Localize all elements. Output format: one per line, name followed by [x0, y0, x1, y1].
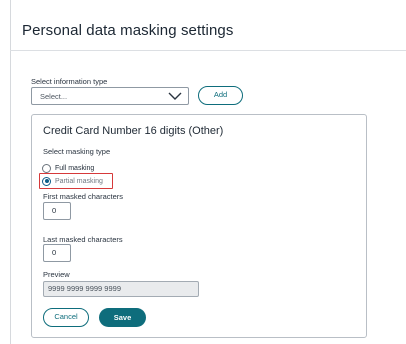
info-type-label: Select information type	[31, 77, 108, 86]
add-button[interactable]: Add	[198, 86, 243, 105]
last-masked-input[interactable]: 0	[43, 244, 71, 262]
left-divider	[10, 0, 11, 344]
title-divider	[10, 50, 406, 51]
masking-card: Credit Card Number 16 digits (Other) Sel…	[31, 114, 367, 338]
preview-field: 9999 9999 9999 9999	[43, 281, 199, 297]
first-masked-label: First masked characters	[43, 192, 124, 201]
preview-label: Preview	[43, 270, 70, 279]
info-type-select-value: Select...	[40, 92, 68, 101]
page-title: Personal data masking settings	[22, 22, 234, 39]
cancel-button[interactable]: Cancel	[43, 308, 89, 327]
save-button[interactable]: Save	[99, 308, 146, 327]
full-masking-label: Full masking	[55, 164, 95, 172]
chevron-down-icon	[168, 92, 182, 100]
first-masked-input[interactable]: 0	[43, 202, 71, 220]
last-masked-label: Last masked characters	[43, 235, 123, 244]
highlight-rectangle	[39, 173, 113, 189]
info-type-select[interactable]: Select...	[31, 87, 189, 105]
card-title: Credit Card Number 16 digits (Other)	[43, 125, 224, 137]
radio-button-unchecked[interactable]	[42, 163, 51, 173]
masking-settings-page: Personal data masking settings Select in…	[0, 0, 406, 344]
masking-type-label: Select masking type	[43, 147, 111, 156]
